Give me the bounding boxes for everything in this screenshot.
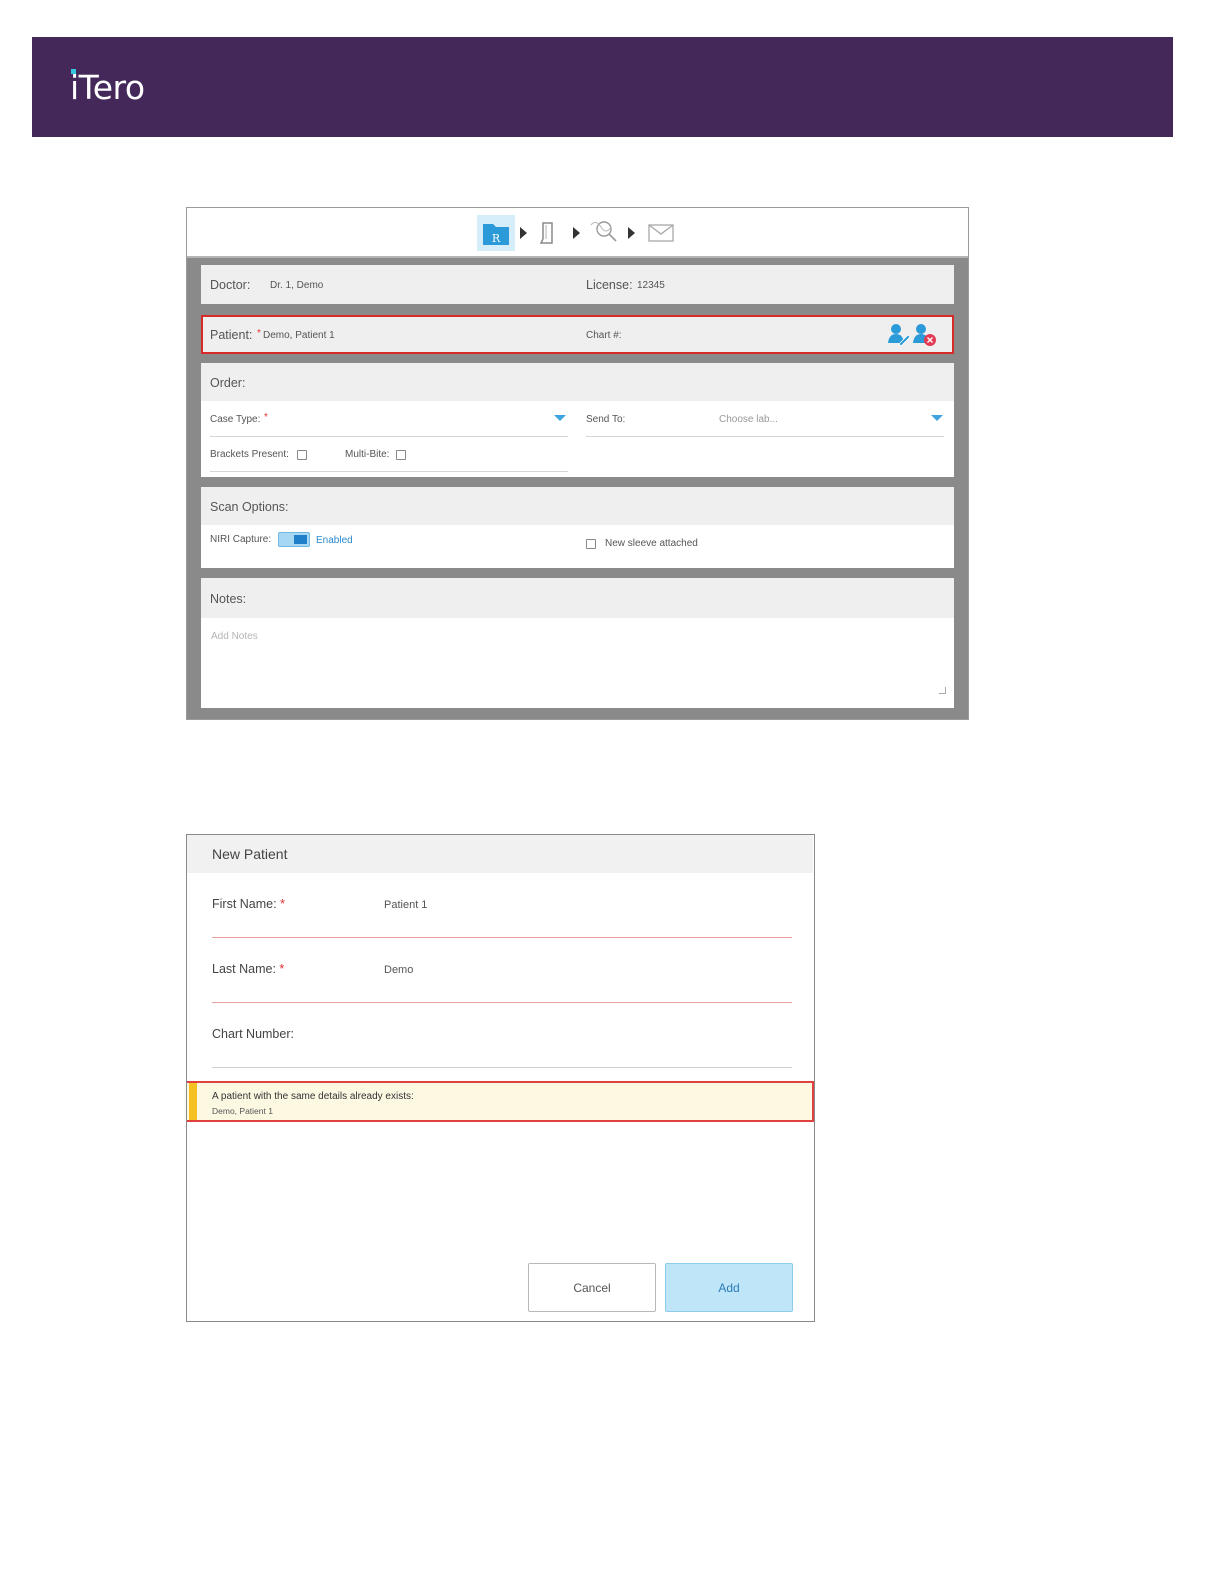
send-envelope-icon: [648, 224, 674, 242]
last-name-label: Last Name: *: [212, 962, 284, 976]
new-patient-header: New Patient: [187, 835, 813, 873]
wizard-steps-bar: R: [187, 208, 968, 258]
patient-row[interactable]: Patient: * Demo, Patient 1 Chart #:: [201, 315, 954, 354]
edit-patient-icon[interactable]: [887, 322, 911, 346]
send-to-dropdown-icon[interactable]: [931, 415, 943, 421]
scan-options-title: Scan Options:: [210, 500, 289, 514]
case-type-label: Case Type:: [210, 414, 261, 425]
patient-label: Patient:: [210, 328, 253, 342]
wizard-step-rx[interactable]: R: [477, 215, 515, 251]
brackets-label: Brackets Present:: [210, 449, 289, 460]
cancel-button[interactable]: Cancel: [528, 1263, 656, 1312]
last-name-required-mark: *: [279, 962, 285, 976]
first-name-underline: [212, 937, 792, 938]
wizard-step-view[interactable]: [587, 215, 621, 251]
new-patient-dialog: New Patient First Name: * Patient 1 Last…: [186, 834, 815, 1322]
wizard-step-send[interactable]: [647, 215, 675, 251]
patient-value: Demo, Patient 1: [263, 330, 335, 341]
send-to-label: Send To:: [586, 414, 626, 425]
rx-folder-icon: R: [483, 224, 509, 245]
niri-capture-label: NIRI Capture:: [210, 534, 272, 545]
case-type-required-mark: *: [264, 412, 268, 423]
multibite-checkbox[interactable]: [396, 450, 406, 460]
step-arrow-icon: [628, 227, 635, 239]
warning-patient-name: Demo, Patient 1: [212, 1106, 273, 1116]
toggle-knob: [294, 535, 307, 544]
case-type-dropdown-icon[interactable]: [554, 415, 566, 421]
license-value: 12345: [637, 280, 665, 291]
send-to-underline: [586, 436, 944, 437]
notes-header: Notes:: [201, 578, 954, 618]
patient-required-mark: *: [257, 328, 261, 339]
order-header: Order:: [201, 363, 954, 401]
notes-title: Notes:: [210, 592, 247, 606]
rx-form-screenshot: R Doctor: Dr. 1, Demo License: 12345 Pat…: [186, 207, 969, 720]
duplicate-patient-warning: A patient with the same details already …: [187, 1081, 814, 1122]
first-name-label: First Name: *: [212, 897, 285, 911]
add-button[interactable]: Add: [665, 1263, 793, 1312]
send-to-select[interactable]: Choose lab...: [719, 414, 778, 425]
first-name-label-text: First Name:: [212, 897, 277, 911]
warning-accent-bar: [189, 1083, 197, 1120]
order-title: Order:: [210, 376, 246, 390]
wizard-step-scan[interactable]: [535, 215, 561, 251]
logo-accent-dot: [71, 69, 76, 74]
first-name-required-mark: *: [280, 897, 285, 911]
view-scan-icon: [590, 221, 617, 242]
license-label: License:: [586, 278, 633, 292]
rx-badge: R: [492, 232, 501, 245]
case-type-underline[interactable]: [210, 436, 568, 437]
remove-patient-icon[interactable]: [912, 322, 938, 348]
brackets-checkbox[interactable]: [297, 450, 307, 460]
scan-options-header: Scan Options:: [201, 487, 954, 525]
notes-card: Notes: Add Notes: [201, 578, 954, 708]
niri-capture-toggle[interactable]: [278, 532, 310, 547]
step-arrow-icon: [573, 227, 580, 239]
itero-logo: iTero: [70, 68, 145, 107]
doctor-row: Doctor: Dr. 1, Demo License: 12345: [201, 265, 954, 304]
header-banner: [32, 37, 1173, 137]
logo-text: iTero: [70, 68, 145, 107]
textarea-resize-handle[interactable]: [939, 687, 946, 694]
multibite-label: Multi-Bite:: [345, 449, 390, 460]
chart-label: Chart #:: [586, 330, 622, 341]
step-arrow-icon: [520, 227, 527, 239]
chart-number-underline: [212, 1067, 792, 1068]
chart-number-label: Chart Number:: [212, 1027, 294, 1041]
niri-capture-state: Enabled: [316, 535, 353, 546]
new-patient-title: New Patient: [212, 846, 288, 862]
scan-handpiece-icon: [539, 222, 553, 244]
warning-message: A patient with the same details already …: [212, 1091, 414, 1102]
notes-textarea[interactable]: Add Notes: [211, 631, 258, 642]
last-name-label-text: Last Name:: [212, 962, 276, 976]
new-sleeve-label: New sleeve attached: [605, 538, 698, 549]
scan-options-card: Scan Options: NIRI Capture: Enabled New …: [201, 487, 954, 568]
new-sleeve-checkbox[interactable]: [586, 539, 596, 549]
doctor-value: Dr. 1, Demo: [270, 280, 324, 291]
doctor-label: Doctor:: [210, 278, 251, 292]
brackets-underline: [210, 471, 568, 472]
order-card: Order: Case Type: * Send To: Choose lab.…: [201, 363, 954, 477]
last-name-underline: [212, 1002, 792, 1003]
first-name-field[interactable]: Patient 1: [384, 899, 427, 911]
last-name-field[interactable]: Demo: [384, 964, 413, 976]
